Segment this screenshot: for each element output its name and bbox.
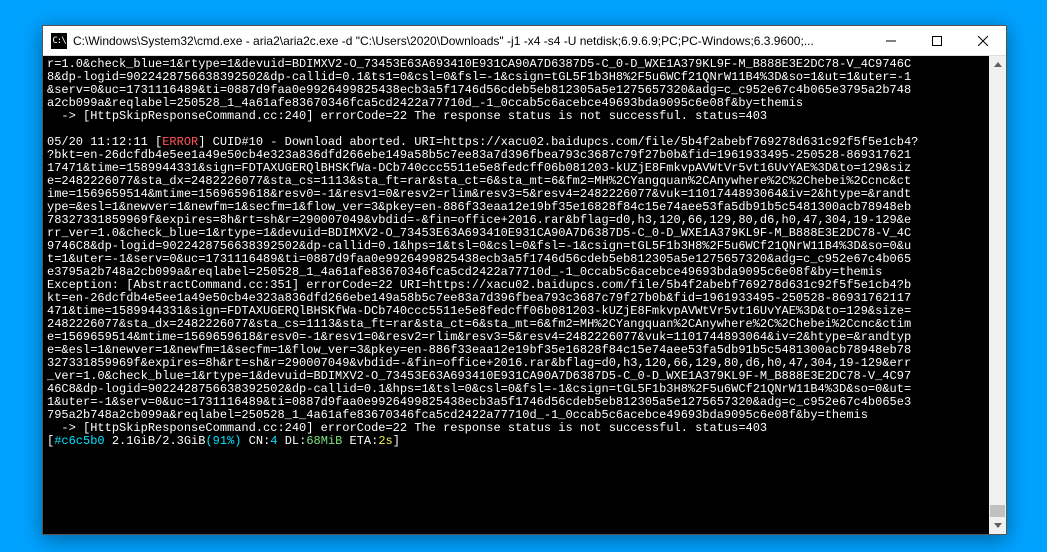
log-line: e=2482226077&sta_dx=2482226077&sta_cs=11… [47, 174, 911, 188]
download-speed: 68MiB [306, 434, 342, 448]
log-line: t=1&uter=-1&serv=0&uc=1731116489&ti=0887… [47, 252, 911, 266]
log-line: _ver=1.0&check_blue=1&rtype=1&devuid=BDI… [47, 369, 911, 383]
error-level: ERROR [162, 135, 198, 149]
log-line: 1&uter=-1&serv=0&uc=1731116489&ti=0887d9… [47, 395, 911, 409]
titlebar[interactable]: C:\ C:\Windows\System32\cmd.exe - aria2\… [43, 26, 1006, 56]
log-line: a2cb099a&reqlabel=250528_1_4a61afe836703… [47, 96, 803, 110]
eta-label: ETA: [342, 434, 378, 448]
connections-label: CN: [241, 434, 270, 448]
download-hash: #c6c5b0 [54, 434, 104, 448]
log-line: e=&esl=1&newver=1&newfm=1&secfm=1&flow_v… [47, 343, 911, 357]
percent-complete: 91% [213, 434, 235, 448]
cmd-window: C:\ C:\Windows\System32\cmd.exe - aria2\… [42, 25, 1007, 535]
total-size: /2.3GiB [155, 434, 205, 448]
log-line: -> [HttpSkipResponseCommand.cc:240] [47, 109, 321, 123]
log-line: 46C8&dp-logid=9022428756638392502&dp-cal… [47, 382, 911, 396]
error-text: errorCode=22 The response status is not … [321, 421, 767, 435]
window-buttons [868, 26, 1006, 55]
log-line: e=1569659514&mtime=1569659618&resv0=-1&r… [47, 330, 911, 344]
minimize-button[interactable] [868, 26, 914, 55]
scrollbar-thumb[interactable] [990, 505, 1005, 517]
log-line: Exception: [AbstractCommand.cc:351] erro… [47, 278, 911, 292]
log-line: &serv=0&uc=1731116489&ti=0887d9faa0e9926… [47, 83, 911, 97]
dl-label: DL: [278, 434, 307, 448]
console-area[interactable]: r=1.0&check_blue=1&rtype=1&devuid=BDIMXV… [43, 56, 1006, 534]
log-line: -> [HttpSkipResponseCommand.cc:240] [47, 421, 321, 435]
log-line: e3795a2b748a2cb099a&reqlabel=250528_1_4a… [47, 265, 882, 279]
log-line: ] CUID#10 - Download aborted. URI=https:… [198, 135, 918, 149]
status-close-bracket: ] [393, 434, 400, 448]
connections-value: 4 [270, 434, 277, 448]
downloaded-size: 2.1GiB [105, 434, 155, 448]
log-line: 2482226077&sta_dx=2482226077&sta_cs=1113… [47, 317, 911, 331]
pct-open: ( [205, 434, 212, 448]
scrollbar-track[interactable] [989, 73, 1006, 517]
error-text: errorCode=22 The response status is not … [321, 109, 767, 123]
log-line: 78327331859969f&expires=8h&rt=sh&r=29000… [47, 213, 911, 227]
console-output: r=1.0&check_blue=1&rtype=1&devuid=BDIMXV… [43, 56, 989, 450]
log-line: 795a2b748a2cb099a&reqlabel=250528_1_4a61… [47, 408, 868, 422]
log-line: kt=en-26dcfdb4e5ee1a49e50cb4e323a836dfd2… [47, 291, 911, 305]
scroll-down-button[interactable] [989, 517, 1006, 534]
log-line: 9746C8&dp-logid=9022428756638392502&dp-c… [47, 239, 911, 253]
log-line: r=1.0&check_blue=1&rtype=1&devuid=BDIMXV… [47, 57, 911, 71]
log-line: ime=1569659514&mtime=1569659618&resv0=-1… [47, 187, 911, 201]
log-line: 17471&time=1589944331&sign=FDTAXUGERQlBH… [47, 161, 911, 175]
maximize-button[interactable] [914, 26, 960, 55]
log-line: 471&time=1589944331&sign=FDTAXUGERQlBHSK… [47, 304, 911, 318]
cmd-icon: C:\ [51, 33, 67, 49]
eta-value: 2s [378, 434, 392, 448]
log-line: rr_ver=1.0&check_blue=1&rtype=1&devuid=B… [47, 226, 911, 240]
window-title: C:\Windows\System32\cmd.exe - aria2\aria… [73, 34, 868, 48]
vertical-scrollbar[interactable] [989, 56, 1006, 534]
scroll-up-button[interactable] [989, 56, 1006, 73]
log-line: 327331859969f&expires=8h&rt=sh&r=2900070… [47, 356, 911, 370]
log-line: ?bkt=en-26dcfdb4e5ee1a49e50cb4e323a836df… [47, 148, 911, 162]
log-line: 8&dp-logid=9022428756638392502&dp-callid… [47, 70, 911, 84]
log-line: ype=&esl=1&newver=1&newfm=1&secfm=1&flow… [47, 200, 911, 214]
close-button[interactable] [960, 26, 1006, 55]
timestamp: 05/20 11:12:11 [ [47, 135, 162, 149]
